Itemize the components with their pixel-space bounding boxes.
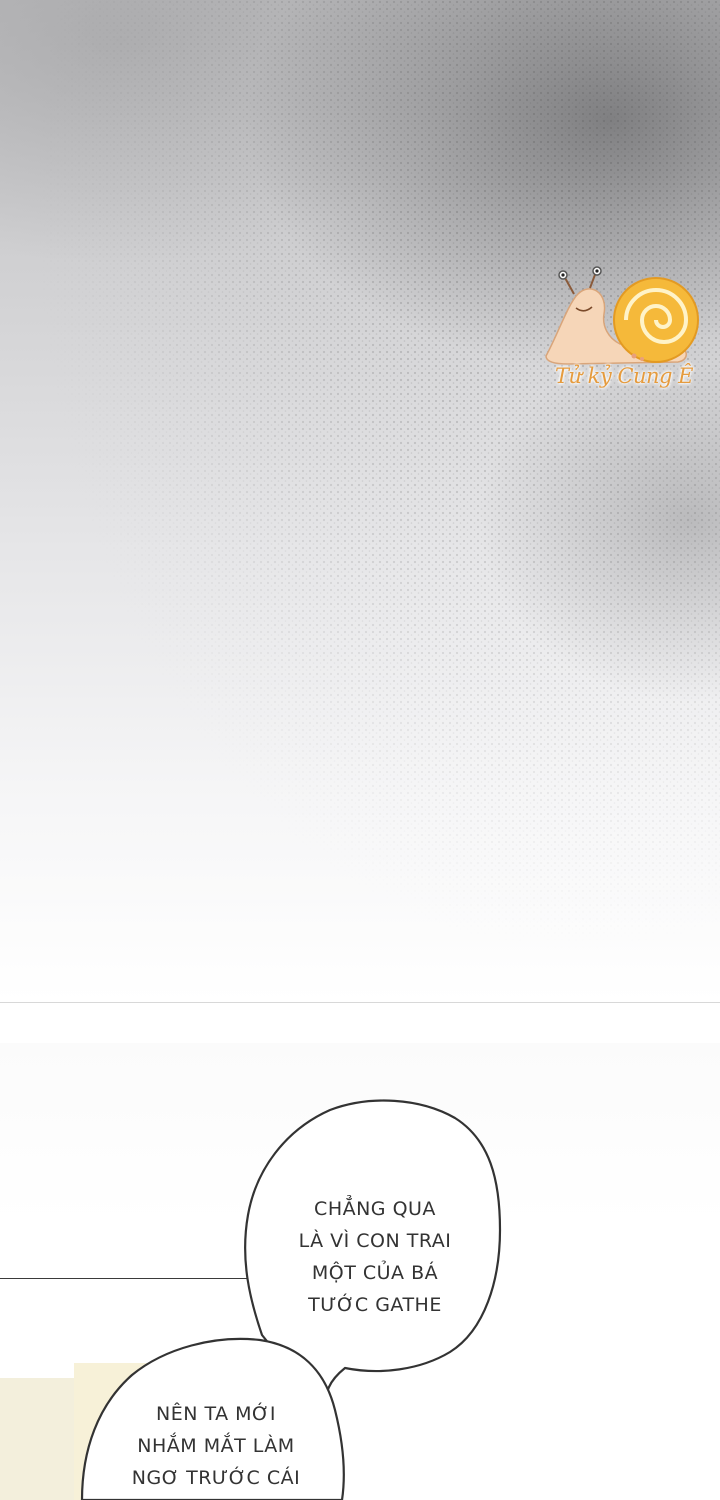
bubble-1-line: MỘT CỦA BÁ bbox=[311, 1262, 439, 1284]
speech-bubble-1-text: CHẲNG QUA LÀ VÌ CON TRAI MỘT CỦA BÁ TƯỚC… bbox=[280, 1193, 470, 1321]
bubble-1-line: CHẲNG QUA bbox=[314, 1198, 436, 1220]
bubble-1-line: LÀ VÌ CON TRAI bbox=[298, 1230, 452, 1252]
speech-bubble-2-text: NÊN TA MỚI NHẮM MẮT LÀM NGƠ TRƯỚC CÁI bbox=[116, 1398, 316, 1494]
bubble-2-line: NÊN TA MỚI bbox=[156, 1403, 276, 1425]
bubble-1-line: TƯỚC GATHE bbox=[308, 1294, 442, 1316]
bubble-2-line: NHẮM MẮT LÀM bbox=[137, 1435, 295, 1457]
bubble-2-line: NGƠ TRƯỚC CÁI bbox=[131, 1467, 301, 1489]
